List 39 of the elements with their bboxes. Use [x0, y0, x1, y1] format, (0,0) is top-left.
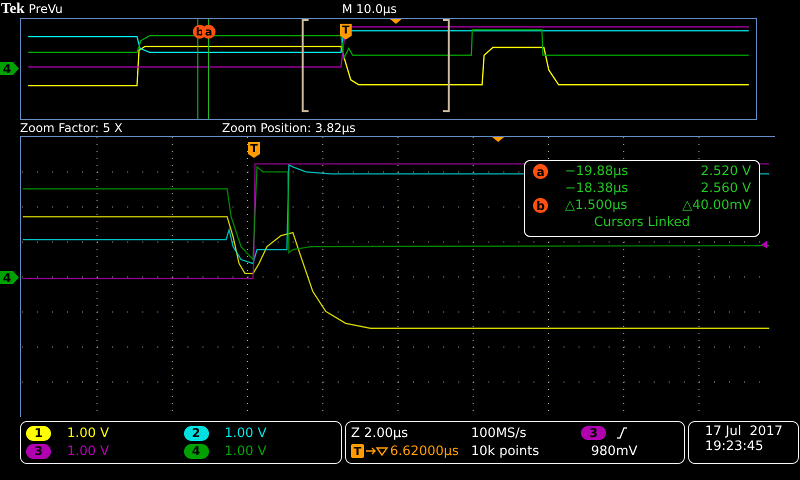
cursor-badge: a — [533, 164, 548, 179]
channel-scale: 1.00 V — [224, 426, 266, 440]
rising-edge-icon — [616, 427, 628, 439]
arrow-icon — [365, 445, 389, 457]
trigger-point-icon — [390, 19, 402, 24]
cursor-value: 2.520 V — [700, 164, 751, 179]
channel-badge[interactable]: 2 — [184, 426, 208, 440]
channel-badge[interactable]: 4 — [184, 444, 208, 458]
time-label: 19:23:45 — [705, 439, 764, 454]
cursor-time: −19.88µs — [564, 164, 630, 179]
channel-marker: 4 — [0, 61, 20, 76]
cursor-time: −18.38µs — [564, 181, 630, 196]
record-length: 10k points — [471, 444, 540, 458]
trigger-marker: T — [340, 24, 352, 40]
cursor-value: 2.560 V — [700, 181, 751, 196]
trigger-badge: T — [351, 444, 364, 458]
channel-scale: 1.00 V — [224, 444, 266, 458]
cursor-value: △40.00mV — [682, 198, 751, 213]
channel-badge[interactable]: 1 — [26, 426, 51, 440]
channel-scale: 1.00 V — [67, 426, 109, 440]
cursor-badge: a — [202, 24, 216, 39]
trigger-point-icon — [492, 137, 504, 142]
channel-scale: 1.00 V — [67, 444, 109, 458]
date-label: 17 Jul 2017 — [705, 424, 784, 439]
sample-rate: 100MS/s — [471, 426, 528, 440]
trigger-source-badge: 3 — [581, 426, 606, 440]
cursor-status: Cursors Linked — [592, 215, 692, 230]
zoom-scale: Z 2.00µs — [351, 426, 410, 440]
brand-logo: Tek — [1, 0, 25, 18]
channel-marker: 4 — [0, 270, 20, 285]
zoom-position-label: Zoom Position: 3.82µs — [222, 121, 356, 135]
timebase-label: M 10.0µs — [342, 2, 397, 16]
cursor-time: △1.500µs — [564, 198, 628, 213]
mode-label: PreVu — [28, 2, 63, 16]
trigger-position: 6.62000µs — [390, 444, 459, 458]
trigger-level: 980mV — [590, 444, 638, 458]
trigger-marker: T — [248, 142, 260, 158]
zoom-factor-label: Zoom Factor: 5 X — [20, 121, 124, 135]
cursor-badge: b — [533, 198, 548, 213]
